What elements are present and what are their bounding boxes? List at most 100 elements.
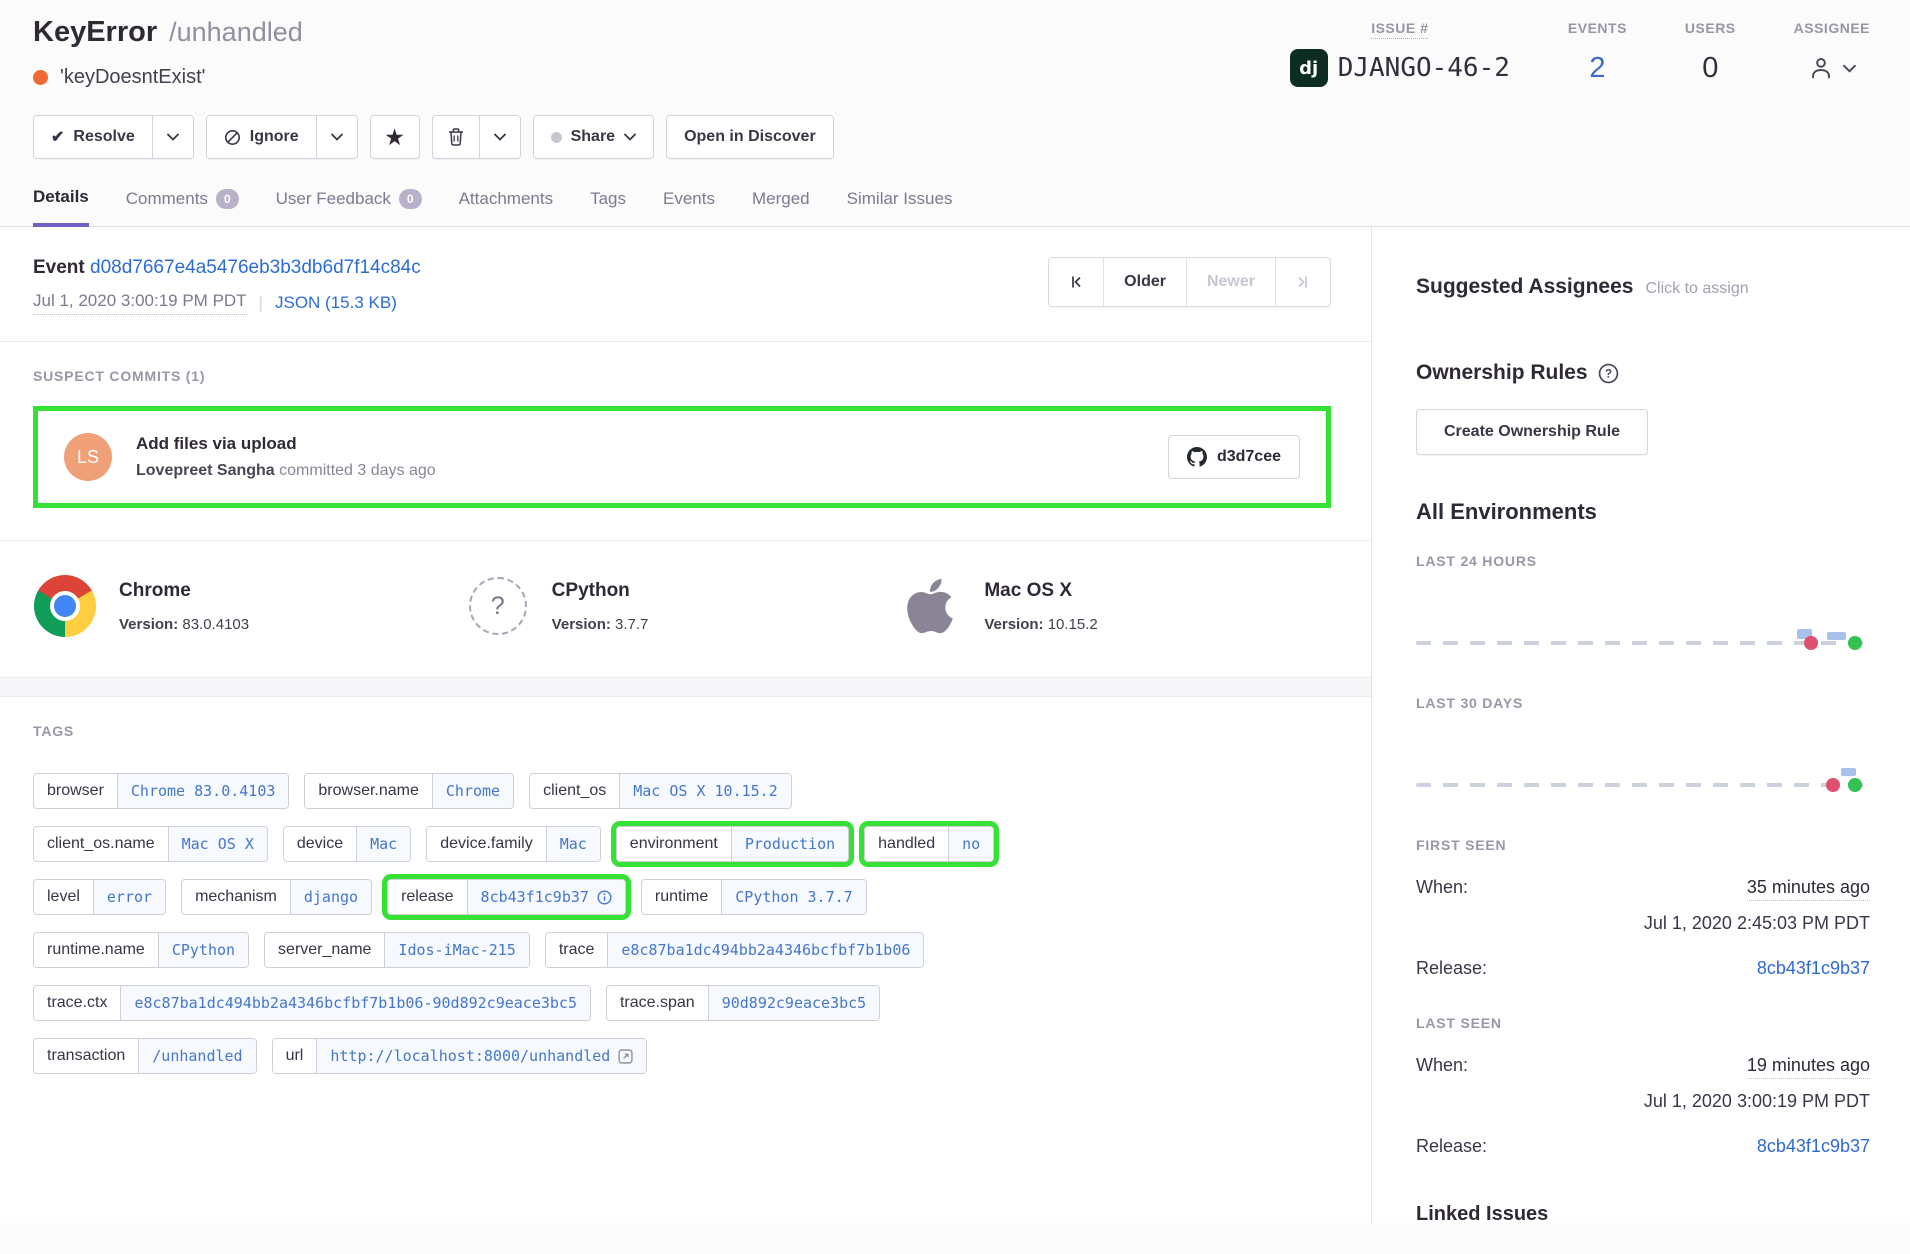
create-ownership-rule-button[interactable]: Create Ownership Rule <box>1416 409 1648 455</box>
tag-value-link[interactable]: 8cb43f1c9b37 <box>481 888 589 906</box>
assignee-selector[interactable] <box>1794 48 1870 88</box>
latest-event-button[interactable] <box>1275 258 1330 306</box>
tag-value-link[interactable]: e8c87ba1dc494bb2a4346bcfbf7b1b06-90d892c… <box>120 986 590 1020</box>
tag-value-link[interactable]: Mac <box>546 827 600 861</box>
tag-client-os-name: client_os.nameMac OS X <box>33 826 268 862</box>
tag-handled: handledno <box>864 826 994 862</box>
tag-value-link[interactable]: Chrome 83.0.4103 <box>117 774 289 808</box>
bookmark-star-button[interactable]: ★ <box>371 116 419 158</box>
event-label: Event <box>33 257 85 278</box>
tag-value-link[interactable]: django <box>290 880 371 914</box>
check-icon: ✔ <box>51 127 64 147</box>
issue-tabs: Details Comments0 User Feedback0 Attachm… <box>33 187 1870 226</box>
first-seen-absolute: Jul 1, 2020 2:45:03 PM PDT <box>1416 913 1870 934</box>
share-button[interactable]: Share <box>534 116 653 158</box>
event-json-link[interactable]: JSON (15.3 KB) <box>275 293 397 313</box>
commit-sha-button[interactable]: d3d7cee <box>1168 435 1300 479</box>
unknown-runtime-icon: ? <box>469 577 527 635</box>
sparkline-bar <box>1827 632 1846 640</box>
tag-value-link[interactable]: error <box>93 880 165 914</box>
chevron-down-icon <box>1843 64 1856 73</box>
sparkline-release-dot <box>1848 778 1862 792</box>
tag-value-link[interactable]: no <box>948 827 993 861</box>
issue-sidebar: Suggested Assignees Click to assign Owne… <box>1372 227 1910 1223</box>
issue-type: KeyError <box>33 16 157 49</box>
ignore-button[interactable]: Ignore <box>207 116 316 158</box>
tag-value-link[interactable]: CPython 3.7.7 <box>721 880 865 914</box>
tab-comments[interactable]: Comments0 <box>126 187 239 226</box>
delete-button[interactable] <box>433 116 479 158</box>
sparkline-error-dot <box>1804 636 1818 650</box>
ignore-dropdown-button[interactable] <box>316 116 357 158</box>
tab-merged[interactable]: Merged <box>752 187 810 226</box>
tag-trace-ctx: trace.ctxe8c87ba1dc494bb2a4346bcfbf7b1b0… <box>33 985 591 1021</box>
tag-trace-span: trace.span90d892c9eace3bc5 <box>606 985 880 1021</box>
github-icon <box>1187 447 1207 467</box>
tag-value-link[interactable]: CPython <box>158 933 248 967</box>
share-status-dot-icon <box>551 132 562 143</box>
context-version: 83.0.4103 <box>182 616 249 633</box>
delete-dropdown-button[interactable] <box>479 116 520 158</box>
last-24-hours-label: LAST 24 HOURS <box>1416 553 1870 569</box>
tag-value-link[interactable]: e8c87ba1dc494bb2a4346bcfbf7b1b06 <box>607 933 923 967</box>
tag-value-link[interactable]: /unhandled <box>138 1039 255 1073</box>
external-link-icon[interactable] <box>618 1049 633 1064</box>
last-seen-heading: LAST SEEN <box>1416 1015 1870 1031</box>
tag-value-link[interactable]: 90d892c9eace3bc5 <box>708 986 880 1020</box>
suggested-assignees-title: Suggested Assignees <box>1416 275 1633 299</box>
commit-message: Add files via upload <box>136 434 1168 454</box>
last-seen-block: When: 19 minutes ago Jul 1, 2020 3:00:19… <box>1416 1055 1870 1157</box>
click-to-assign-hint[interactable]: Click to assign <box>1645 280 1748 298</box>
sparkline-release-dot <box>1848 636 1862 650</box>
resolve-dropdown-button[interactable] <box>152 116 193 158</box>
tab-user-feedback[interactable]: User Feedback0 <box>276 187 422 226</box>
event-id-link[interactable]: d08d7667e4a5476eb3b3db6d7f14c84c <box>90 257 421 278</box>
tag-value-link[interactable]: Mac OS X <box>168 827 267 861</box>
apple-icon <box>904 575 956 637</box>
commit-meta: committed 3 days ago <box>275 462 436 479</box>
tag-value-link[interactable]: http://localhost:8000/unhandled <box>330 1047 610 1065</box>
issue-header: KeyError /unhandled 'keyDoesntExist' ISS… <box>0 0 1910 227</box>
tag-value-link[interactable]: Production <box>731 827 848 861</box>
open-in-discover-button[interactable]: Open in Discover <box>667 116 833 158</box>
tag-release: release8cb43f1c9b37 <box>387 879 626 915</box>
tag-trace: tracee8c87ba1dc494bb2a4346bcfbf7b1b06 <box>545 932 925 968</box>
all-environments-title: All Environments <box>1416 499 1870 525</box>
tag-client-os: client_osMac OS X 10.15.2 <box>529 773 792 809</box>
tag-value-link[interactable]: Chrome <box>432 774 513 808</box>
context-name: Mac OS X <box>984 580 1097 602</box>
events-count[interactable]: 2 <box>1568 48 1627 88</box>
newer-event-button[interactable]: Newer <box>1186 258 1275 306</box>
tab-events[interactable]: Events <box>663 187 715 226</box>
action-bar: ✔ Resolve Ignore ★ <box>33 115 1870 159</box>
assignee-label: ASSIGNEE <box>1794 20 1870 36</box>
chevron-down-icon <box>624 133 636 141</box>
resolve-button[interactable]: ✔ Resolve <box>34 116 152 158</box>
oldest-event-button[interactable] <box>1049 258 1103 306</box>
tab-attachments[interactable]: Attachments <box>459 187 554 226</box>
last-seen-relative: 19 minutes ago <box>1747 1055 1870 1079</box>
sparkline-baseline <box>1416 783 1870 787</box>
info-icon[interactable] <box>597 890 612 905</box>
help-question-icon[interactable]: ? <box>1598 363 1619 384</box>
linked-issues-title: Linked Issues <box>1416 1203 1870 1226</box>
tab-details[interactable]: Details <box>33 187 89 227</box>
users-count[interactable]: 0 <box>1685 48 1736 88</box>
issue-transaction: /unhandled <box>169 17 303 48</box>
issue-number-label: ISSUE # <box>1371 20 1428 39</box>
tag-runtime: runtimeCPython 3.7.7 <box>641 879 867 915</box>
user-icon <box>1807 54 1835 82</box>
svg-text:?: ? <box>1605 368 1612 380</box>
last-seen-release-link[interactable]: 8cb43f1c9b37 <box>1757 1136 1870 1157</box>
tag-value-link[interactable]: Mac <box>356 827 410 861</box>
older-event-button[interactable]: Older <box>1103 258 1186 306</box>
chevron-down-icon <box>167 133 179 141</box>
events-sparkline-30d <box>1416 711 1870 809</box>
first-seen-release-link[interactable]: 8cb43f1c9b37 <box>1757 958 1870 979</box>
issue-short-id[interactable]: DJANGO-46-2 <box>1338 53 1510 83</box>
tag-device-family: device.familyMac <box>426 826 601 862</box>
tag-value-link[interactable]: Idos-iMac-215 <box>384 933 528 967</box>
tab-similar-issues[interactable]: Similar Issues <box>847 187 953 226</box>
tab-tags[interactable]: Tags <box>590 187 626 226</box>
tag-value-link[interactable]: Mac OS X 10.15.2 <box>619 774 791 808</box>
